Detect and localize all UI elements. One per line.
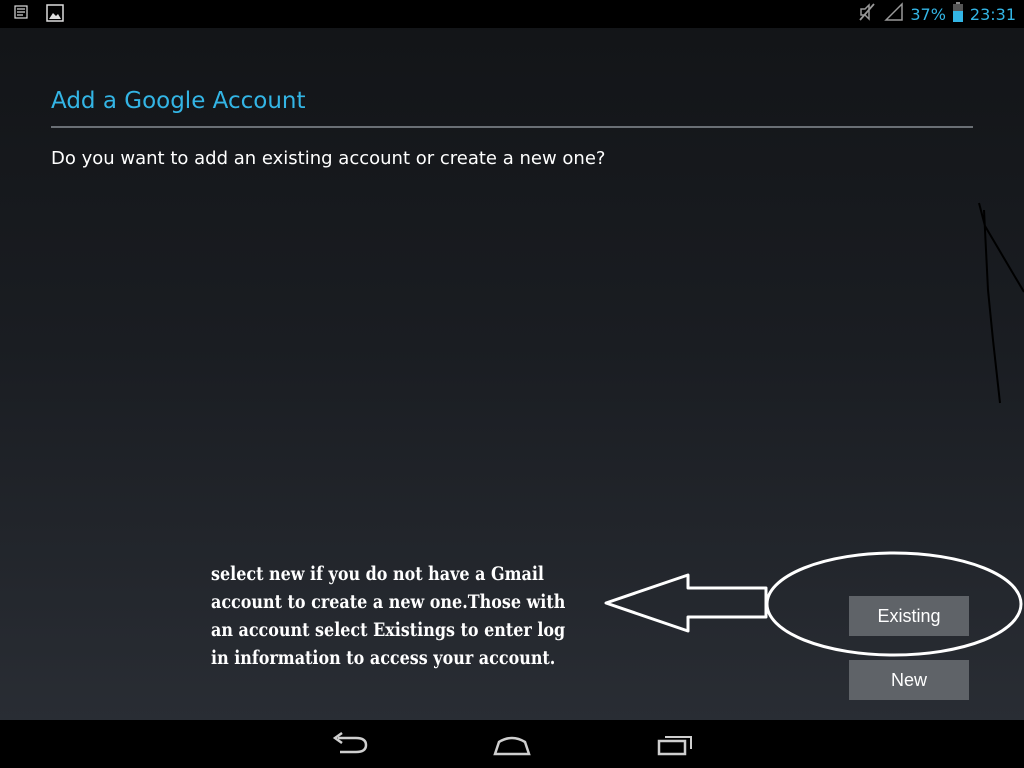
annotation-scribble: [978, 202, 1024, 404]
page-title: Add a Google Account: [51, 88, 306, 114]
annotation-arrow: [604, 573, 768, 633]
annotation-line: in information to access your account.: [211, 647, 556, 669]
image-icon: [46, 4, 64, 26]
clock: 23:31: [969, 4, 1016, 24]
battery-icon: [952, 1, 964, 27]
annotation-line: an account select Existings to enter log: [211, 619, 566, 641]
title-divider: [51, 126, 973, 128]
mute-icon: [856, 1, 878, 27]
existing-button[interactable]: Existing: [849, 596, 969, 636]
battery-percent: 37%: [910, 4, 946, 24]
system-status[interactable]: 37% 23:31: [856, 2, 1016, 26]
annotation-line: select new if you do not have a Gmail: [211, 563, 544, 585]
new-button[interactable]: New: [849, 660, 969, 700]
status-bar: 37% 23:31: [0, 0, 1024, 28]
list-icon: [14, 4, 28, 26]
notification-area[interactable]: [14, 4, 64, 26]
navigation-bar: [0, 720, 1024, 768]
back-icon[interactable]: [326, 731, 374, 758]
home-icon[interactable]: [488, 732, 536, 758]
annotation-text: select new if you do not have a Gmail ac…: [211, 560, 566, 672]
signal-icon: [884, 2, 904, 26]
recent-apps-icon[interactable]: [651, 732, 699, 758]
account-question: Do you want to add an existing account o…: [51, 148, 606, 169]
annotation-line: account to create a new one.Those with: [211, 591, 566, 613]
